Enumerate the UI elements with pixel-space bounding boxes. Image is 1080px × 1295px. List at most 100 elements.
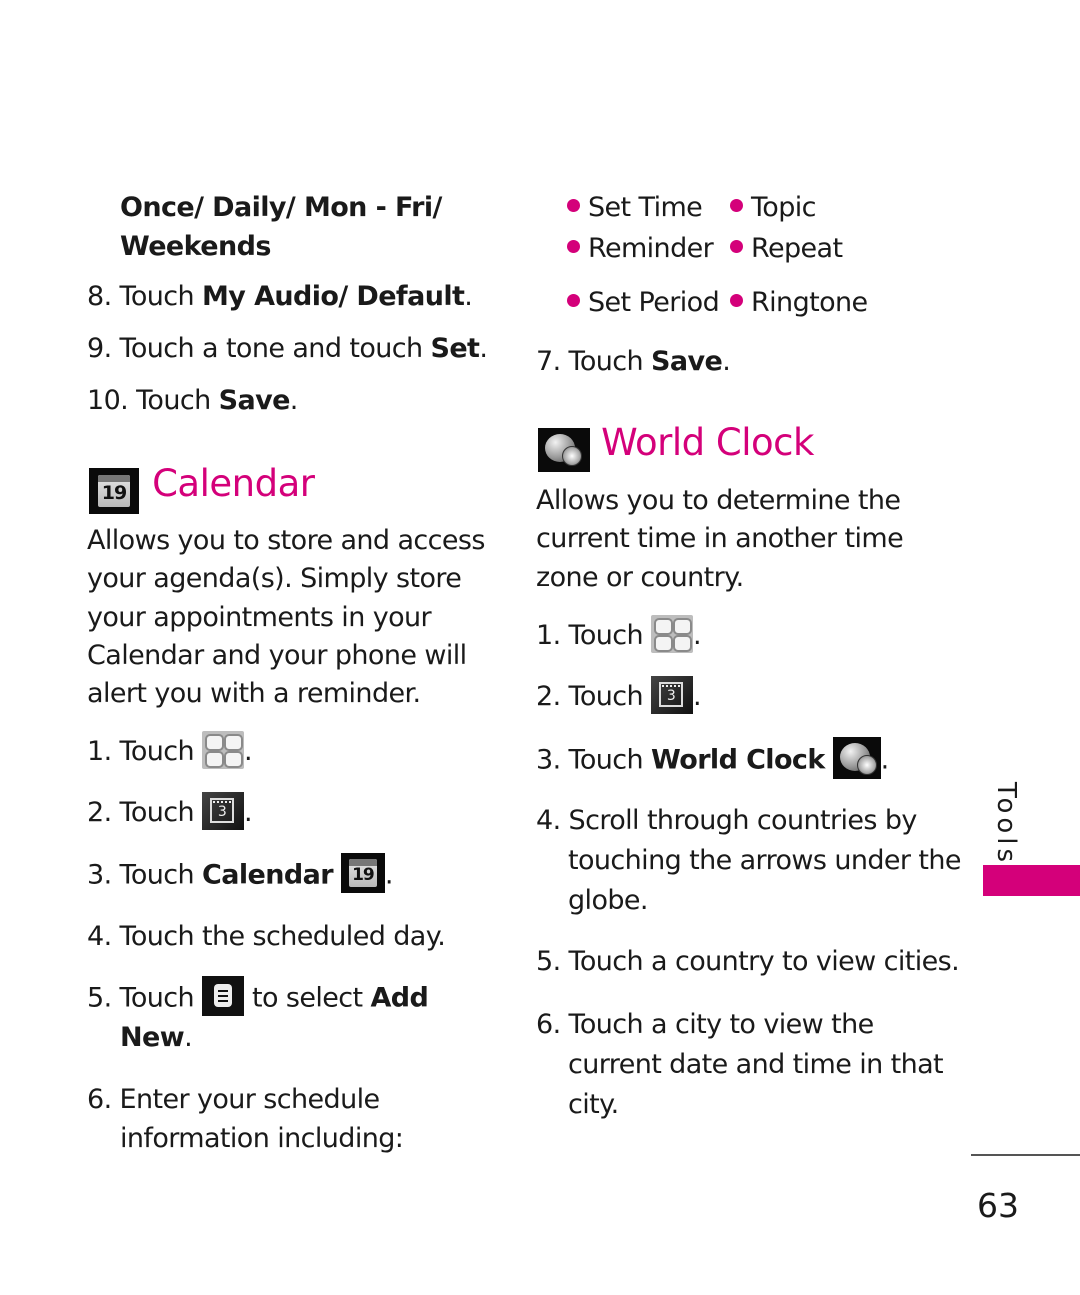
step-7: 7. Touch Save. bbox=[536, 343, 731, 381]
step-number: 1. bbox=[87, 736, 112, 767]
menu-grid-icon bbox=[202, 730, 245, 769]
bullet-icon bbox=[730, 199, 743, 212]
step-number: 3. bbox=[87, 859, 112, 891]
menu-item-name: New bbox=[120, 1022, 185, 1053]
description-line: Calendar and your phone will bbox=[87, 639, 467, 671]
field-set-time: Set Time bbox=[567, 189, 703, 227]
world-clock-icon bbox=[538, 427, 590, 472]
world-clock-description: Allows you to determine the current time… bbox=[536, 482, 904, 597]
punct: . bbox=[693, 620, 702, 651]
punct: . bbox=[479, 333, 488, 364]
step-text: Enter your schedule bbox=[119, 1084, 381, 1115]
cal-step-6: 6. Enter your schedule bbox=[87, 1081, 380, 1119]
description-line: Allows you to store and access bbox=[87, 525, 485, 556]
step-number: 2. bbox=[87, 797, 112, 828]
options-icon bbox=[202, 976, 245, 1016]
punct: . bbox=[693, 681, 702, 712]
step-text: Touch bbox=[568, 681, 644, 712]
bullet-icon bbox=[567, 240, 580, 253]
wc-step-5: 5. Touch a country to view cities. bbox=[536, 943, 960, 981]
section-title: World Clock bbox=[601, 421, 814, 464]
tools-icon: 3 bbox=[202, 791, 245, 830]
step-number: 7. bbox=[536, 346, 561, 377]
punct: . bbox=[880, 744, 890, 776]
description-line: alert you with a reminder. bbox=[87, 678, 421, 710]
wc-step-3: 3. Touch World Clock . bbox=[536, 737, 890, 782]
step-text: Touch bbox=[568, 346, 652, 377]
wc-step-6: 6. Touch a city to view the current date… bbox=[536, 1005, 944, 1125]
step-text: Touch bbox=[136, 385, 219, 416]
calendar-icon: 19 bbox=[340, 853, 385, 893]
step-number: 5. bbox=[536, 946, 561, 977]
punct: . bbox=[722, 346, 731, 377]
bullet-icon bbox=[567, 294, 580, 307]
step-number: 4. bbox=[536, 805, 561, 836]
cal-step-4: 4. Touch the scheduled day. bbox=[87, 918, 446, 956]
step-text: Touch bbox=[119, 281, 203, 312]
step-text: Touch bbox=[568, 620, 644, 651]
section-tab-label: Tools bbox=[991, 782, 1021, 867]
button-name: Set bbox=[430, 333, 480, 364]
step-number: 1. bbox=[536, 620, 561, 651]
button-name: Save bbox=[651, 346, 723, 377]
step-text: Scroll through countries by bbox=[568, 805, 918, 836]
step-text: current date and time in that bbox=[568, 1049, 944, 1080]
step-text: Touch a city to view the bbox=[568, 1009, 875, 1040]
calendar-description: Allows you to store and access your agen… bbox=[87, 522, 485, 713]
punct: . bbox=[244, 797, 253, 828]
field-topic: Topic bbox=[730, 189, 817, 227]
step-text: Touch the scheduled day. bbox=[119, 921, 446, 952]
step-number: 5. bbox=[87, 982, 112, 1014]
step-text: Touch bbox=[119, 982, 195, 1014]
step-text: touching the arrows under the bbox=[568, 845, 962, 876]
step-text: globe. bbox=[568, 885, 649, 916]
punct: . bbox=[384, 859, 394, 891]
world-clock-heading: World Clock bbox=[538, 421, 814, 475]
step-number: 8. bbox=[87, 281, 112, 312]
cal-step-3: 3. Touch Calendar 19. bbox=[87, 853, 394, 896]
punct: . bbox=[464, 281, 473, 312]
step-text: to select bbox=[244, 982, 371, 1014]
field-reminder: Reminder bbox=[567, 230, 714, 268]
options-continued-line1: Once/ Daily/ Mon - Fri/ bbox=[120, 192, 442, 223]
menu-item-name: World Clock bbox=[651, 744, 825, 776]
menu-path: My Audio/ Default bbox=[202, 281, 465, 312]
description-line: your agenda(s). Simply store bbox=[87, 563, 462, 595]
bullet-icon bbox=[730, 294, 743, 307]
field-repeat: Repeat bbox=[730, 230, 843, 268]
step-text: Touch a country to view cities. bbox=[568, 946, 960, 977]
step-text: Touch bbox=[119, 859, 203, 891]
step-number: 4. bbox=[87, 921, 112, 952]
tools-icon: 3 bbox=[651, 675, 694, 714]
field-set-period: Set Period bbox=[567, 284, 720, 322]
step-number: 3. bbox=[536, 744, 561, 776]
step-8: 8. Touch My Audio/ Default. bbox=[87, 278, 473, 316]
step-text: Touch bbox=[568, 744, 652, 776]
step-number: 6. bbox=[536, 1009, 561, 1040]
cal-step-6-line2: information including: bbox=[120, 1123, 404, 1154]
bullet-icon bbox=[567, 199, 580, 212]
step-number: 9. bbox=[87, 333, 112, 364]
description-line: Allows you to determine the bbox=[536, 485, 901, 516]
step-10: 10. Touch Save. bbox=[87, 382, 298, 420]
wc-step-2: 2. Touch 3. bbox=[536, 675, 702, 717]
wc-step-1: 1. Touch . bbox=[536, 614, 702, 656]
menu-grid-icon bbox=[651, 614, 694, 653]
step-9: 9. Touch a tone and touch Set. bbox=[87, 330, 488, 368]
description-line: your appointments in your bbox=[87, 601, 432, 633]
cal-step-2: 2. Touch 3. bbox=[87, 791, 253, 833]
cal-step-1: 1. Touch . bbox=[87, 730, 253, 772]
page-number: 63 bbox=[977, 1186, 1019, 1225]
button-name: Save bbox=[218, 385, 291, 416]
menu-item-name: Calendar bbox=[202, 859, 333, 891]
options-continued-line2: Weekends bbox=[120, 231, 271, 262]
step-text: Touch bbox=[119, 797, 195, 828]
section-tab-marker bbox=[983, 865, 1080, 896]
step-number: 6. bbox=[87, 1084, 112, 1115]
cal-step-5-line2: New. bbox=[120, 1019, 193, 1057]
footer-divider bbox=[971, 1154, 1080, 1156]
punct: . bbox=[244, 736, 253, 767]
step-text: Touch a tone and touch bbox=[119, 333, 431, 364]
menu-item-name: Add bbox=[370, 982, 429, 1014]
world-clock-icon bbox=[832, 737, 881, 779]
